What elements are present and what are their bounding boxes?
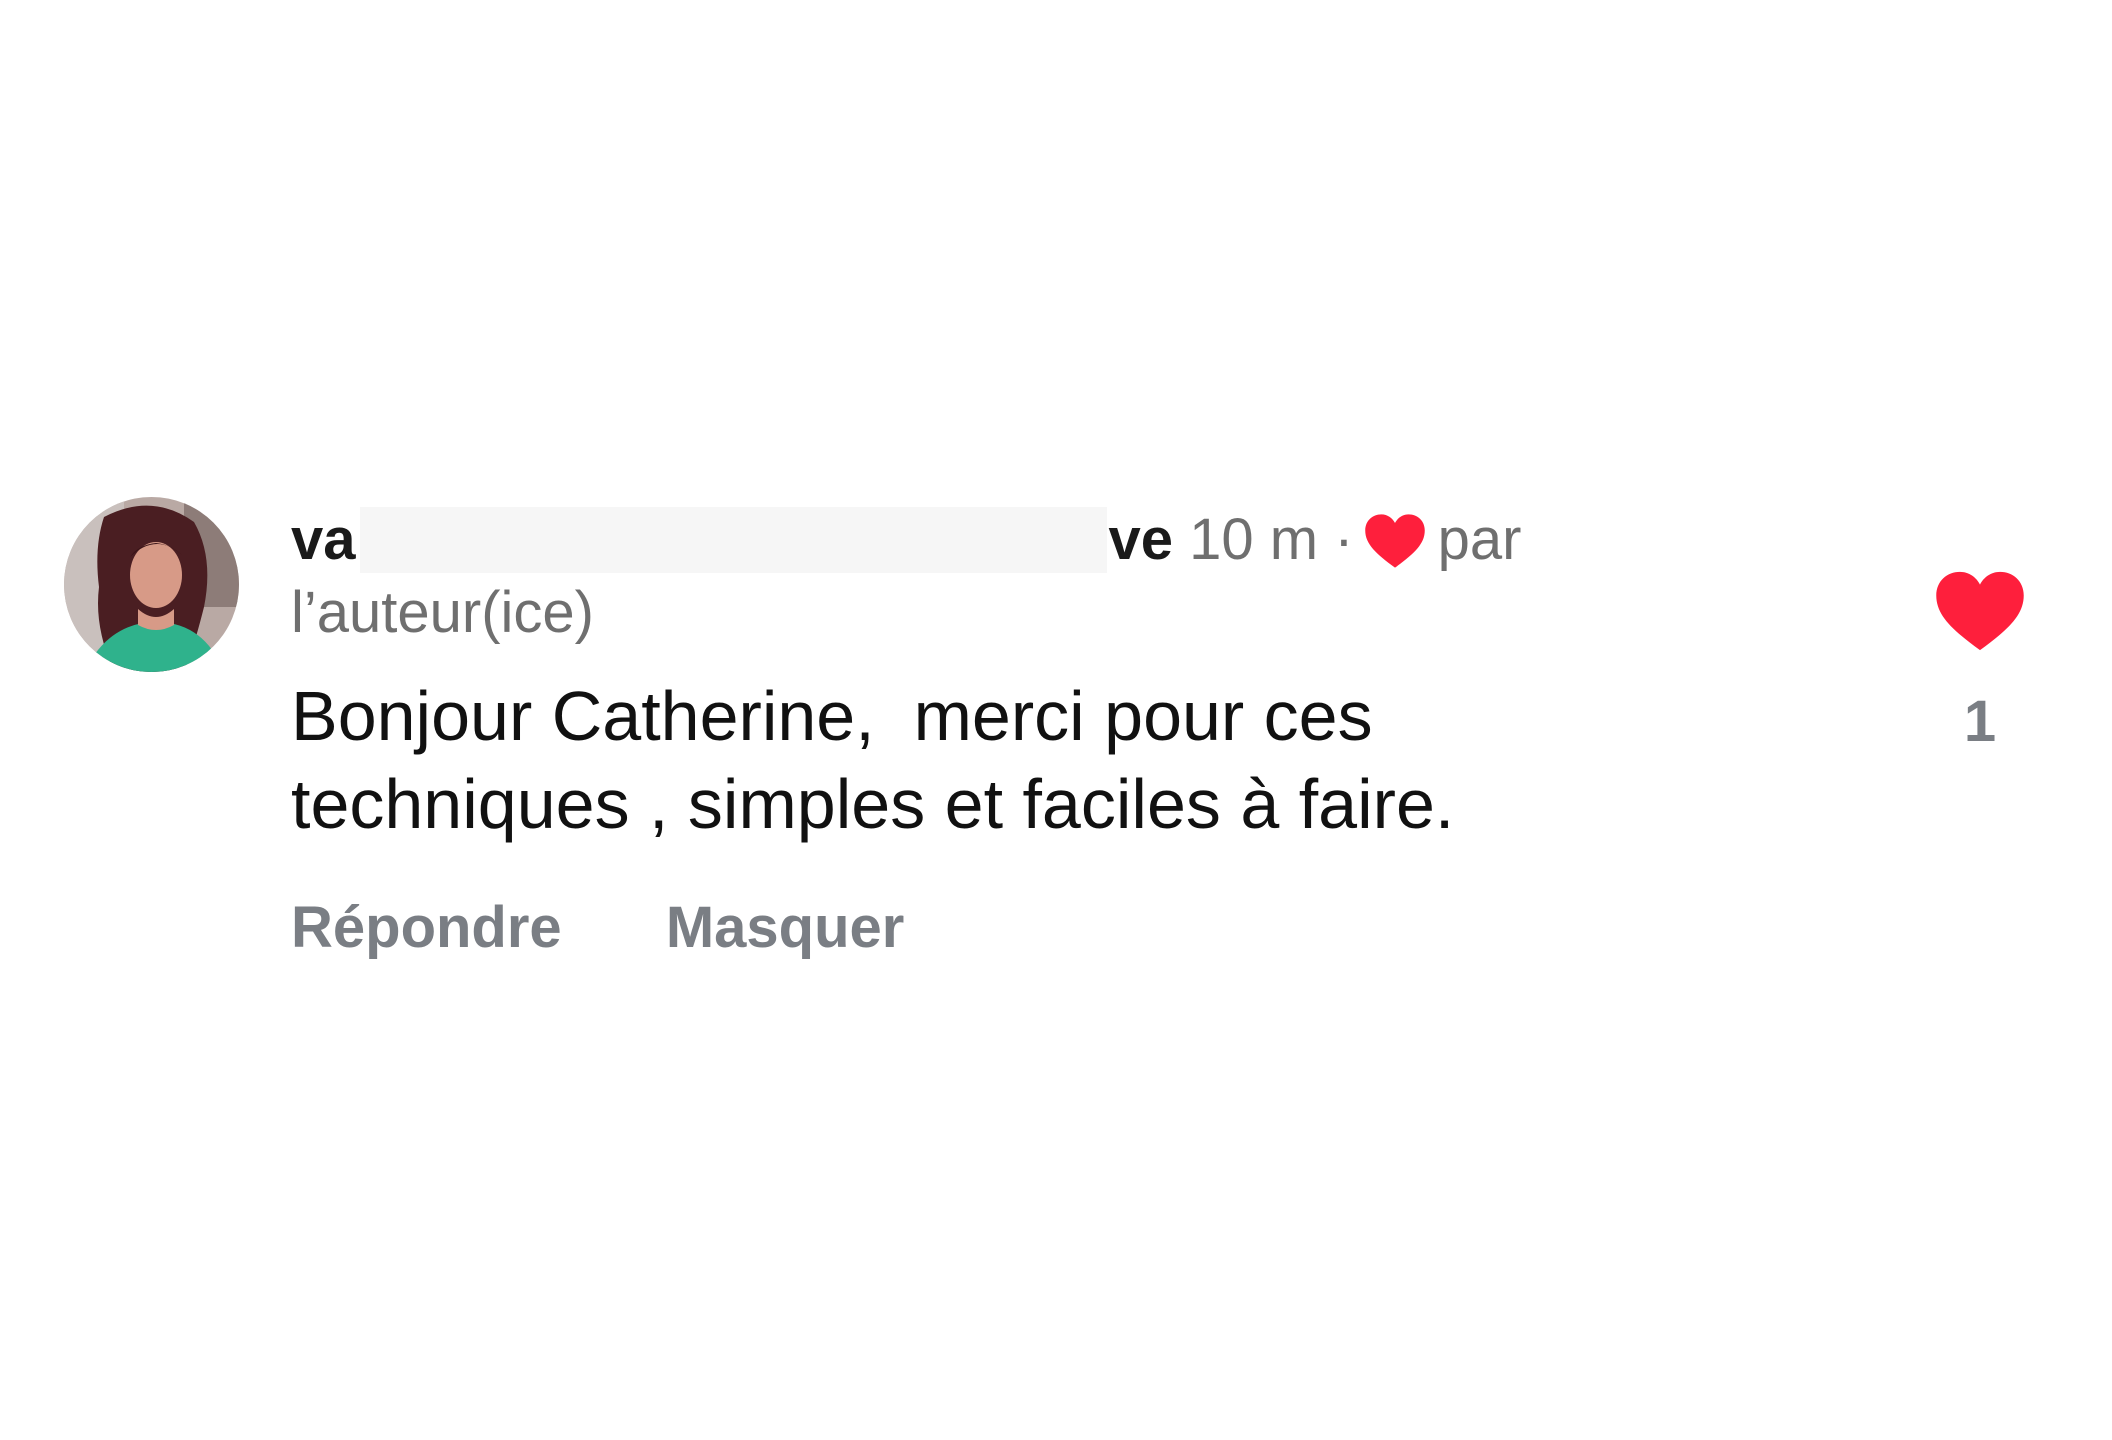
username-end[interactable]: ve [1109, 507, 1174, 572]
comment-header: va ve 10 m · par [291, 500, 1521, 580]
comment-text-line: techniques , simples et faciles à faire. [291, 765, 1455, 843]
liked-by-author-prefix: par [1437, 507, 1522, 572]
reply-button[interactable]: Répondre [291, 888, 562, 968]
liked-by-author-suffix: l’auteur(ice) [291, 580, 594, 645]
comment-text: Bonjour Catherine, merci pour ces techni… [291, 672, 1691, 848]
comment-actions: Répondre Masquer [291, 888, 904, 968]
like-count: 1 [1963, 689, 1997, 754]
avatar-photo-icon [64, 497, 239, 672]
timestamp: 10 m [1189, 507, 1319, 572]
heart-icon [1364, 510, 1426, 568]
like-area: 1 [1920, 570, 2040, 757]
username-redaction [359, 507, 1107, 573]
hide-button[interactable]: Masquer [666, 888, 905, 968]
username-start[interactable]: va [291, 507, 356, 572]
like-heart-icon[interactable] [1934, 570, 2026, 652]
separator-dot: · [1334, 507, 1354, 572]
avatar[interactable] [64, 497, 239, 672]
comment-text-line: Bonjour Catherine, merci pour ces [291, 677, 1373, 755]
comment: va ve 10 m · par l’auteur(ice) Bonjour Ca… [0, 0, 2112, 1440]
